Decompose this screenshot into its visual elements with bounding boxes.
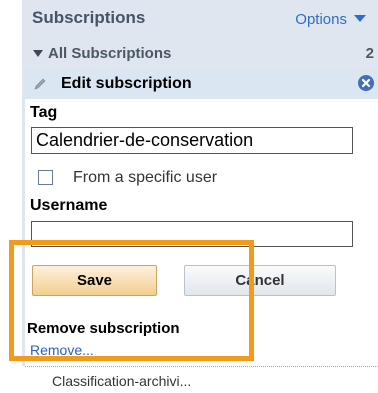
tag-label: Tag bbox=[30, 104, 58, 121]
all-subscriptions-label: All Subscriptions bbox=[48, 45, 172, 62]
subscriptions-title: Subscriptions bbox=[32, 8, 146, 27]
specific-user-label: From a specific user bbox=[73, 169, 218, 186]
chevron-down-icon bbox=[354, 15, 366, 22]
all-subscriptions-row[interactable]: All Subscriptions 2 bbox=[22, 40, 378, 68]
subscriptions-header: Subscriptions Options bbox=[22, 0, 378, 40]
close-icon[interactable] bbox=[358, 75, 374, 91]
divider bbox=[25, 366, 378, 367]
subscription-list-item[interactable]: Classification-archivi... bbox=[52, 373, 191, 389]
edit-subscription-title: Edit subscription bbox=[61, 75, 192, 92]
edit-subscription-header: Edit subscription bbox=[25, 69, 378, 99]
tag-input[interactable] bbox=[31, 127, 353, 154]
username-label: Username bbox=[30, 197, 108, 214]
specific-user-checkbox[interactable] bbox=[38, 170, 53, 185]
triangle-down-icon[interactable] bbox=[33, 50, 43, 57]
options-label: Options bbox=[295, 11, 347, 28]
subscriptions-count: 2 bbox=[365, 45, 374, 62]
options-menu-button[interactable]: Options bbox=[295, 11, 366, 28]
highlight-box bbox=[9, 240, 254, 361]
pencil-icon bbox=[34, 78, 46, 90]
